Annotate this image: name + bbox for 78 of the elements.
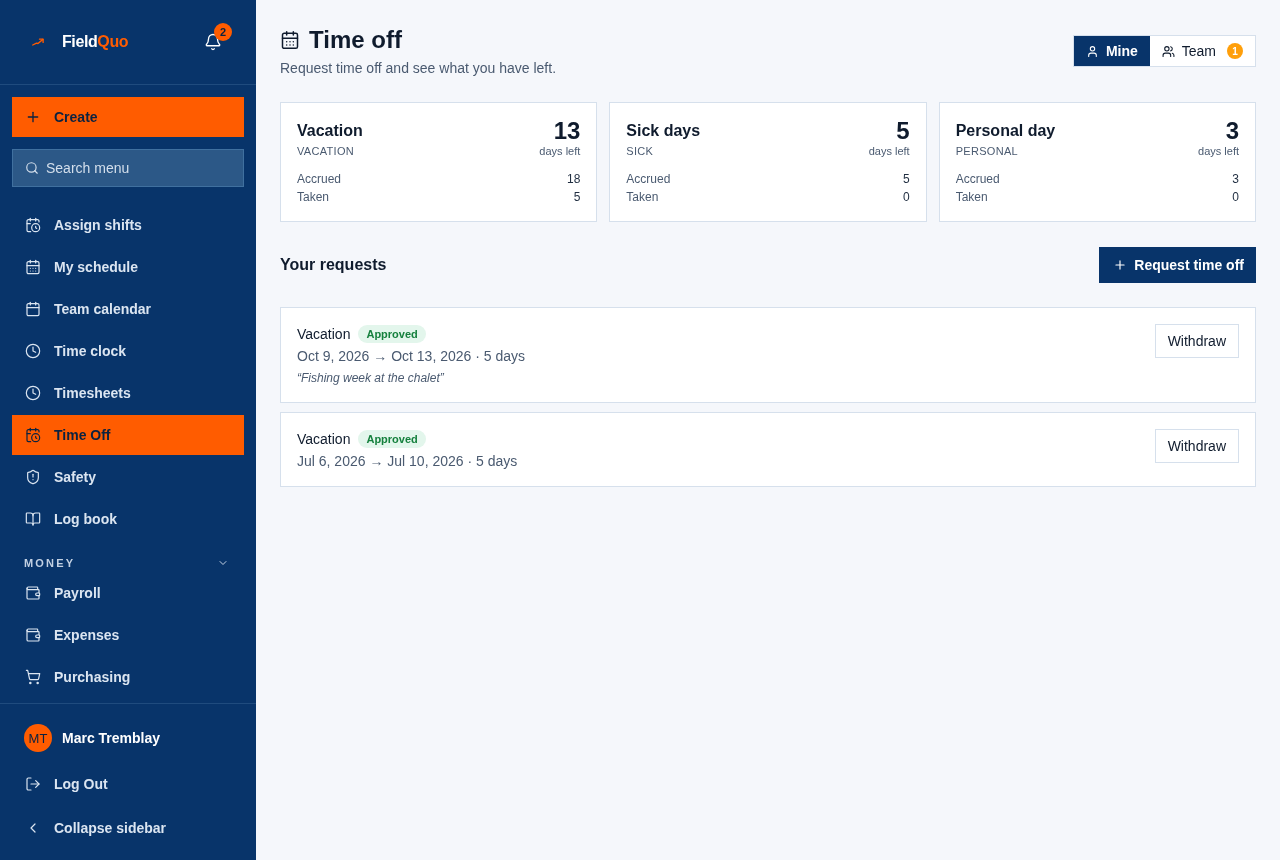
withdraw-button[interactable]: Withdraw	[1154, 324, 1239, 358]
logout-icon	[25, 776, 41, 792]
nav-item[interactable]: Assign shifts	[12, 205, 244, 245]
request-dates: Oct 9, 2026 → Oct 13, 2026 · 5 days	[297, 347, 525, 366]
nav-item[interactable]: Payroll	[12, 573, 244, 613]
open-book-icon	[25, 511, 41, 527]
stat-value: 5	[902, 171, 910, 188]
wallet-icon	[25, 627, 41, 643]
request-time-off-button[interactable]: Request time off	[1099, 247, 1256, 283]
nav-item[interactable]: Time Off	[12, 415, 244, 455]
stat-value: 0	[902, 189, 910, 206]
request-type: Vacation	[297, 326, 351, 342]
balance-name: Sick days	[626, 121, 701, 141]
page-title: Time off	[309, 25, 402, 55]
shield-alert-icon	[25, 469, 41, 485]
days-left-label: days left	[868, 145, 910, 157]
days-left-count: 5	[896, 118, 910, 144]
clock-icon	[25, 343, 41, 359]
arrow-logo-icon	[32, 38, 44, 46]
create-button[interactable]: Create	[12, 97, 244, 137]
stat-label: Accrued	[626, 171, 671, 188]
count-badge: 1	[1227, 43, 1243, 59]
cart-icon	[25, 669, 41, 685]
stat-value: 0	[1232, 189, 1239, 206]
stat-label: Taken	[626, 189, 659, 206]
days-left-label: days left	[1198, 145, 1239, 157]
nav-item[interactable]: Safety	[12, 457, 244, 497]
logo-wordmark[interactable]: FieldQuo	[62, 33, 129, 51]
plus-icon	[25, 109, 41, 125]
users-icon	[1161, 44, 1175, 58]
status-badge: Approved	[358, 325, 426, 343]
nav-item[interactable]: Log book	[12, 499, 244, 539]
request-type: Vacation	[297, 431, 351, 447]
nav-item[interactable]: Time clock	[12, 331, 244, 371]
withdraw-button[interactable]: Withdraw	[1154, 429, 1239, 463]
notification-count-badge: 2	[214, 23, 232, 41]
wallet-icon	[25, 585, 41, 601]
days-left-count: 3	[1225, 118, 1239, 144]
stat-value: 3	[1232, 171, 1239, 188]
status-badge: Approved	[358, 430, 426, 448]
balance-name: Vacation	[297, 121, 363, 141]
clock-icon	[25, 385, 41, 401]
bell-icon[interactable]	[204, 33, 222, 51]
balance-code: PERSONAL	[955, 145, 1019, 157]
nav-item[interactable]: Purchasing	[12, 657, 244, 697]
stat-value: 5	[573, 189, 581, 206]
calendar-grid-icon	[25, 259, 41, 275]
calendar-clock-icon	[25, 427, 41, 443]
stat-label: Accrued	[297, 171, 342, 188]
days-left-label: days left	[539, 145, 581, 157]
sidebar-action-button[interactable]: Collapse sidebar	[12, 806, 244, 850]
calendar-grid-icon	[280, 30, 300, 50]
view-tab[interactable]: Mine	[1073, 36, 1150, 66]
balance-code: SICK	[626, 145, 655, 157]
nav-item[interactable]: My schedule	[12, 247, 244, 287]
stat-label: Accrued	[955, 171, 1000, 188]
user-name: Marc Tremblay	[62, 730, 161, 746]
section-title: Your requests	[280, 256, 387, 274]
stat-value: 18	[566, 171, 581, 188]
stat-label: Taken	[955, 189, 988, 206]
section-toggle[interactable]: MONEY	[12, 556, 244, 570]
stat-label: Taken	[297, 189, 330, 206]
plus-icon	[1113, 258, 1128, 272]
request-note: “Fishing week at the chalet”	[297, 370, 445, 387]
balance-code: VACATION	[297, 145, 355, 157]
page-subtitle: Request time off and see what you have left.	[280, 59, 557, 78]
days-left-count: 13	[553, 118, 581, 144]
user-icon	[1085, 44, 1099, 58]
nav-item[interactable]: Expenses	[12, 615, 244, 655]
calendar-icon	[25, 301, 41, 317]
calendar-clock-icon	[25, 217, 41, 233]
nav-item[interactable]: Team calendar	[12, 289, 244, 329]
request-dates: Jul 6, 2026 → Jul 10, 2026 · 5 days	[297, 452, 518, 471]
avatar[interactable]: MT	[24, 724, 52, 752]
sidebar-action-button[interactable]: Log Out	[12, 762, 244, 806]
nav-item[interactable]: Timesheets	[12, 373, 244, 413]
search-field[interactable]: Search menu	[12, 149, 244, 187]
balance-name: Personal day	[955, 121, 1056, 141]
